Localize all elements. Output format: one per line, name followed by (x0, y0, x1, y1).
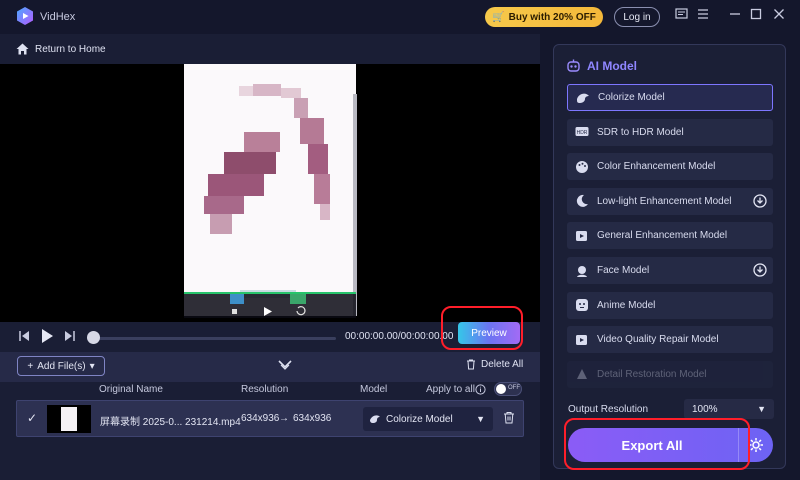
col-apply-all: Apply to all (426, 384, 475, 395)
return-home-label: Return to Home (35, 43, 106, 55)
add-files-button[interactable]: + Add File(s) ▾ (17, 356, 105, 376)
check-icon[interactable]: ✓ (27, 411, 37, 425)
chevron-down-icon: ▼ (757, 404, 766, 414)
face-icon (577, 265, 587, 277)
skip-forward-icon[interactable] (64, 330, 76, 345)
detail-icon (577, 369, 587, 380)
minimize-icon[interactable] (728, 8, 742, 24)
palette-icon (576, 160, 588, 173)
model-item-label: Color Enhancement Model (597, 161, 716, 173)
toggle-state: OFF (508, 385, 520, 391)
frame-edge (353, 94, 357, 316)
model-item-label: Detail Restoration Model (597, 368, 707, 380)
palette-brush-icon (370, 415, 380, 423)
preview-highlight-box (441, 306, 523, 350)
app-logo-icon (17, 7, 33, 25)
col-model: Model (360, 384, 388, 395)
download-icon[interactable] (753, 194, 767, 208)
output-resolution-label: Output Resolution (568, 404, 649, 415)
download-icon[interactable] (753, 263, 767, 277)
table-row[interactable]: ✓ 屏幕录制 2025-0... 231214.mp4 634x936 → 63… (16, 400, 524, 437)
ai-model-heading: AI Model (566, 59, 637, 73)
feedback-icon[interactable] (674, 8, 688, 24)
seek-track[interactable] (92, 337, 336, 340)
buy-label: Buy with 20% OFF (508, 11, 596, 23)
home-icon (16, 43, 29, 55)
model-item-colorize-model[interactable]: Colorize Model (567, 84, 773, 111)
delete-all-button[interactable]: Delete All (466, 359, 523, 370)
app-name: VidHex (40, 11, 76, 23)
col-resolution: Resolution (241, 384, 289, 395)
file-thumbnail (47, 405, 91, 433)
chevron-down-icon: ▼ (476, 414, 485, 424)
col-original-name: Original Name (99, 384, 163, 395)
model-item-label: Face Model (597, 265, 650, 276)
resolution-to: 634x936 (293, 413, 332, 424)
close-icon[interactable] (772, 8, 786, 24)
hdr-icon: HDR (575, 127, 589, 137)
overlay-controls (184, 294, 356, 318)
chevron-down-icon: ▾ (89, 360, 95, 372)
skip-back-icon[interactable] (18, 330, 30, 345)
pixelated-video-content (204, 84, 330, 298)
model-item-low-light-enhancement-model[interactable]: Low-light Enhancement Model (567, 187, 773, 215)
model-item-color-enhancement-model[interactable]: Color Enhancement Model (567, 153, 773, 181)
toggle-knob (496, 384, 506, 394)
video-enhance-icon (576, 230, 587, 241)
seek-handle[interactable] (87, 331, 100, 344)
model-item-label: Colorize Model (598, 92, 665, 103)
add-files-label: Add File(s) (37, 360, 86, 372)
workspace-pane: Return to Home 00:00:00.00/00:00:00.00 P… (0, 34, 540, 480)
trash-icon[interactable] (503, 411, 515, 427)
moon-icon (576, 195, 588, 208)
file-name: 屏幕录制 2025-0... 231214.mp4 (100, 417, 241, 428)
buy-discount-button[interactable]: 🛒 Buy with 20% OFF (485, 7, 603, 27)
delete-all-label: Delete All (481, 359, 524, 370)
row-model-label: Colorize Model (386, 413, 453, 425)
model-item-general-enhancement-model[interactable]: General Enhancement Model (567, 222, 773, 250)
model-item-label: General Enhancement Model (597, 230, 728, 242)
apply-all-toggle[interactable]: OFF (494, 382, 522, 396)
login-button[interactable]: Log in (614, 7, 660, 27)
anime-icon (576, 299, 588, 312)
timecode: 00:00:00.00/00:00:00.00 (345, 331, 454, 342)
collapse-chevron-icon[interactable] (277, 359, 293, 373)
output-resolution-select[interactable]: 100% ▼ (684, 399, 774, 419)
ai-model-title: AI Model (587, 59, 637, 73)
cart-icon: 🛒 (492, 11, 505, 23)
model-item-label: Video Quality Repair Model (597, 334, 719, 346)
model-item-video-quality-repair-model[interactable]: Video Quality Repair Model (567, 326, 773, 354)
palette-brush-icon (577, 93, 589, 103)
model-item-label: SDR to HDR Model (597, 126, 684, 138)
svg-text:HDR: HDR (577, 130, 588, 136)
model-item-detail-restoration-model[interactable]: Detail Restoration Model (567, 360, 773, 388)
robot-icon (567, 59, 580, 72)
menu-icon[interactable] (696, 8, 710, 24)
model-item-sdr-to-hdr-model[interactable]: HDR SDR to HDR Model (567, 118, 773, 146)
video-repair-icon (576, 334, 587, 345)
info-icon[interactable] (475, 384, 486, 398)
timeline-marker (184, 292, 356, 294)
play-icon[interactable] (40, 328, 54, 347)
model-item-label: Anime Model (597, 299, 656, 311)
export-highlight-box (564, 418, 750, 470)
row-model-select[interactable]: Colorize Model ▼ (363, 407, 493, 431)
maximize-icon[interactable] (749, 8, 763, 24)
model-item-anime-model[interactable]: Anime Model (567, 291, 773, 319)
return-home-link[interactable]: Return to Home (16, 43, 106, 55)
trash-icon (467, 359, 475, 370)
video-frame (184, 64, 356, 316)
title-bar: VidHex 🛒 Buy with 20% OFF Log in (0, 0, 800, 34)
arrow-right-icon: → (279, 413, 289, 424)
plus-icon: + (27, 360, 34, 372)
model-item-face-model[interactable]: Face Model (567, 257, 773, 284)
resolution-from: 634x936 (241, 413, 280, 424)
output-resolution-value: 100% (692, 403, 718, 415)
file-toolbar: + Add File(s) ▾ Delete All (0, 352, 540, 382)
model-item-label: Low-light Enhancement Model (597, 195, 732, 207)
ai-model-panel: AI Model Colorize Model HDR SDR to HDR Mod… (553, 44, 786, 469)
